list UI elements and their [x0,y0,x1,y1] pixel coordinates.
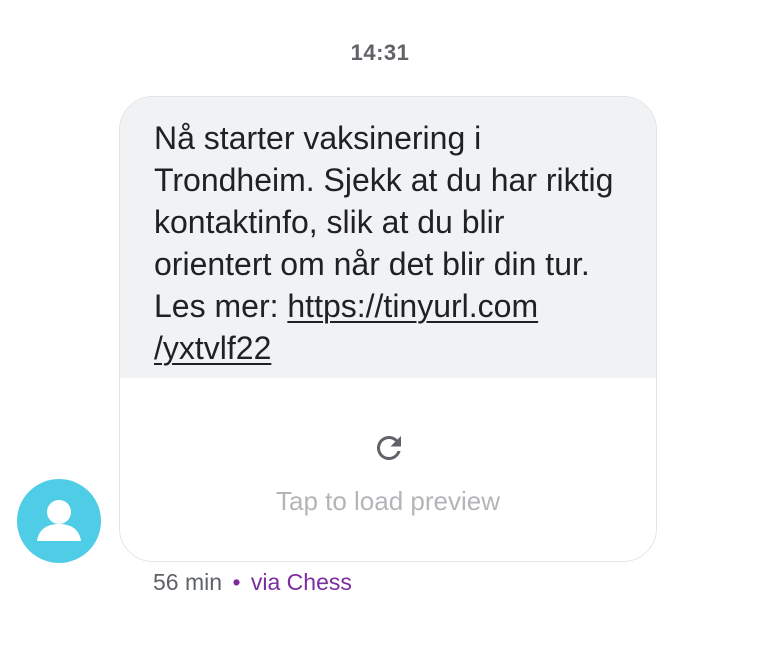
message-text: Nå starter vaksinering i Trondheim. Sjek… [154,117,622,369]
link-preview[interactable]: Tap to load preview [120,378,656,561]
message-age: 56 min [153,569,223,595]
person-icon [37,500,81,541]
reload-icon [376,435,401,460]
message-link-part-2: /yxtvlf22 [154,330,272,366]
message-bubble[interactable]: Nå starter vaksinering i Trondheim. Sjek… [119,96,657,562]
message-meta: 56 min • via Chess [153,569,352,596]
meta-separator: • [232,569,241,595]
via-app-link[interactable]: via Chess [251,569,352,595]
message-link-part-1: https://tinyurl.com [287,288,539,324]
conversation-view: 14:31 Nå starter vaksinering i Trondheim… [0,0,760,646]
message-body: Nå starter vaksinering i Trondheim. Sjek… [120,97,656,378]
sender-avatar[interactable] [17,479,101,563]
preview-label: Tap to load preview [275,486,501,516]
message-timestamp: 14:31 [350,40,410,65]
